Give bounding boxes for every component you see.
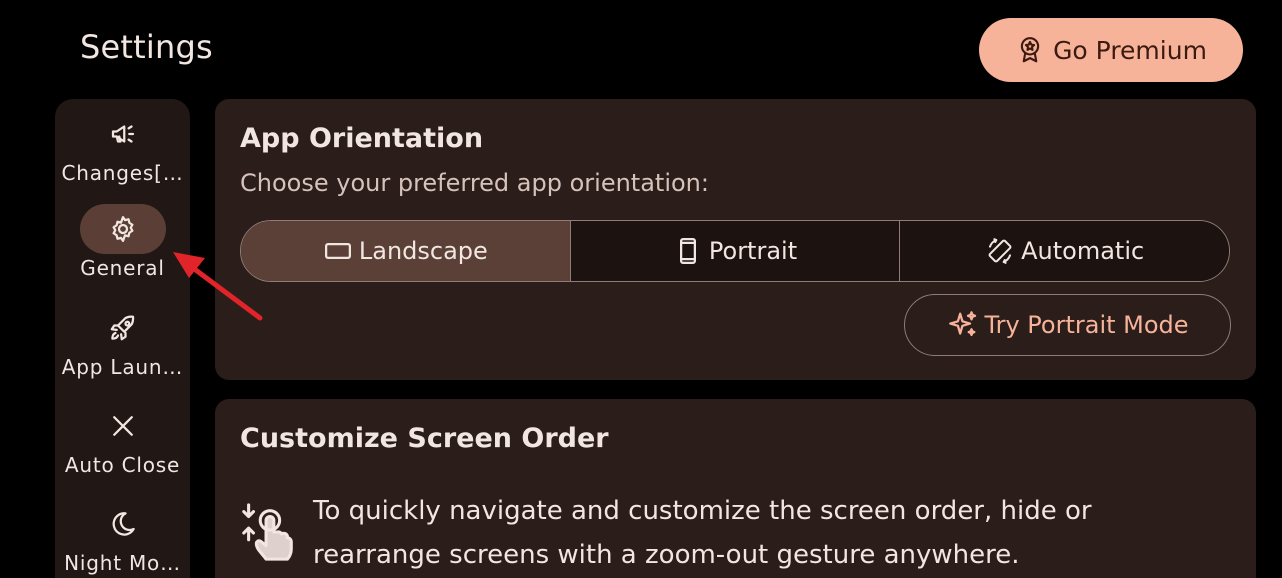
orientation-option-automatic[interactable]: Automatic xyxy=(900,221,1229,281)
app-orientation-subtitle: Choose your preferred app orientation: xyxy=(240,169,709,197)
orientation-option-label: Landscape xyxy=(358,237,488,265)
landscape-icon xyxy=(324,243,351,259)
sidebar-icon-wrap xyxy=(80,303,166,353)
sidebar-item-label: Changes[… xyxy=(61,161,184,185)
sidebar-item-label: App Laun… xyxy=(61,355,184,379)
settings-screen: Settings Go Premium Changes[… General Ap… xyxy=(0,0,1282,578)
try-portrait-mode-button[interactable]: Try Portrait Mode xyxy=(904,294,1231,356)
go-premium-label: Go Premium xyxy=(1053,35,1207,65)
orientation-option-label: Portrait xyxy=(708,237,798,265)
app-orientation-card: App Orientation Choose your preferred ap… xyxy=(215,99,1256,380)
pinch-gesture-icon xyxy=(242,503,293,561)
go-premium-button[interactable]: Go Premium xyxy=(979,18,1243,82)
screen-order-description: To quickly navigate and customize the sc… xyxy=(313,496,1092,570)
app-orientation-title: App Orientation xyxy=(240,123,484,154)
screen-order-title: Customize Screen Order xyxy=(240,423,609,454)
portrait-icon xyxy=(679,238,696,264)
sparkle-icon xyxy=(949,311,977,337)
award-badge-icon xyxy=(1020,37,1040,63)
gear-icon xyxy=(112,216,133,242)
sidebar-item-label: Night Mo… xyxy=(64,551,181,575)
orientation-segmented-control: Landscape Portrait Automatic xyxy=(240,220,1230,282)
annotation-arrow-icon xyxy=(173,252,263,321)
sidebar-icon-wrap xyxy=(80,401,166,451)
sidebar-item-changes[interactable]: Changes[… xyxy=(55,109,190,185)
customize-screen-order-card: Customize Screen Order To quickly naviga… xyxy=(215,399,1256,578)
page-title: Settings xyxy=(80,28,213,66)
orientation-option-label: Automatic xyxy=(1021,237,1145,265)
sidebar-icon-wrap xyxy=(80,499,166,549)
auto-rotate-icon xyxy=(988,238,1012,264)
try-portrait-mode-label: Try Portrait Mode xyxy=(984,311,1189,339)
megaphone-icon xyxy=(111,125,134,143)
rocket-icon xyxy=(110,315,134,341)
close-icon xyxy=(112,416,133,436)
orientation-option-landscape[interactable]: Landscape xyxy=(241,221,571,281)
sidebar-icon-wrap-active xyxy=(79,204,166,254)
orientation-option-portrait[interactable]: Portrait xyxy=(570,221,901,281)
sidebar-item-label: Auto Close xyxy=(64,453,181,477)
sidebar-item-auto-close[interactable]: Auto Close xyxy=(55,401,190,477)
sidebar-item-night-mode[interactable]: Night Mo… xyxy=(55,499,190,575)
moon-icon xyxy=(112,512,135,536)
sidebar-rail: Changes[… General App Laun… Auto Close N… xyxy=(55,99,190,578)
sidebar-icon-wrap xyxy=(80,109,166,159)
